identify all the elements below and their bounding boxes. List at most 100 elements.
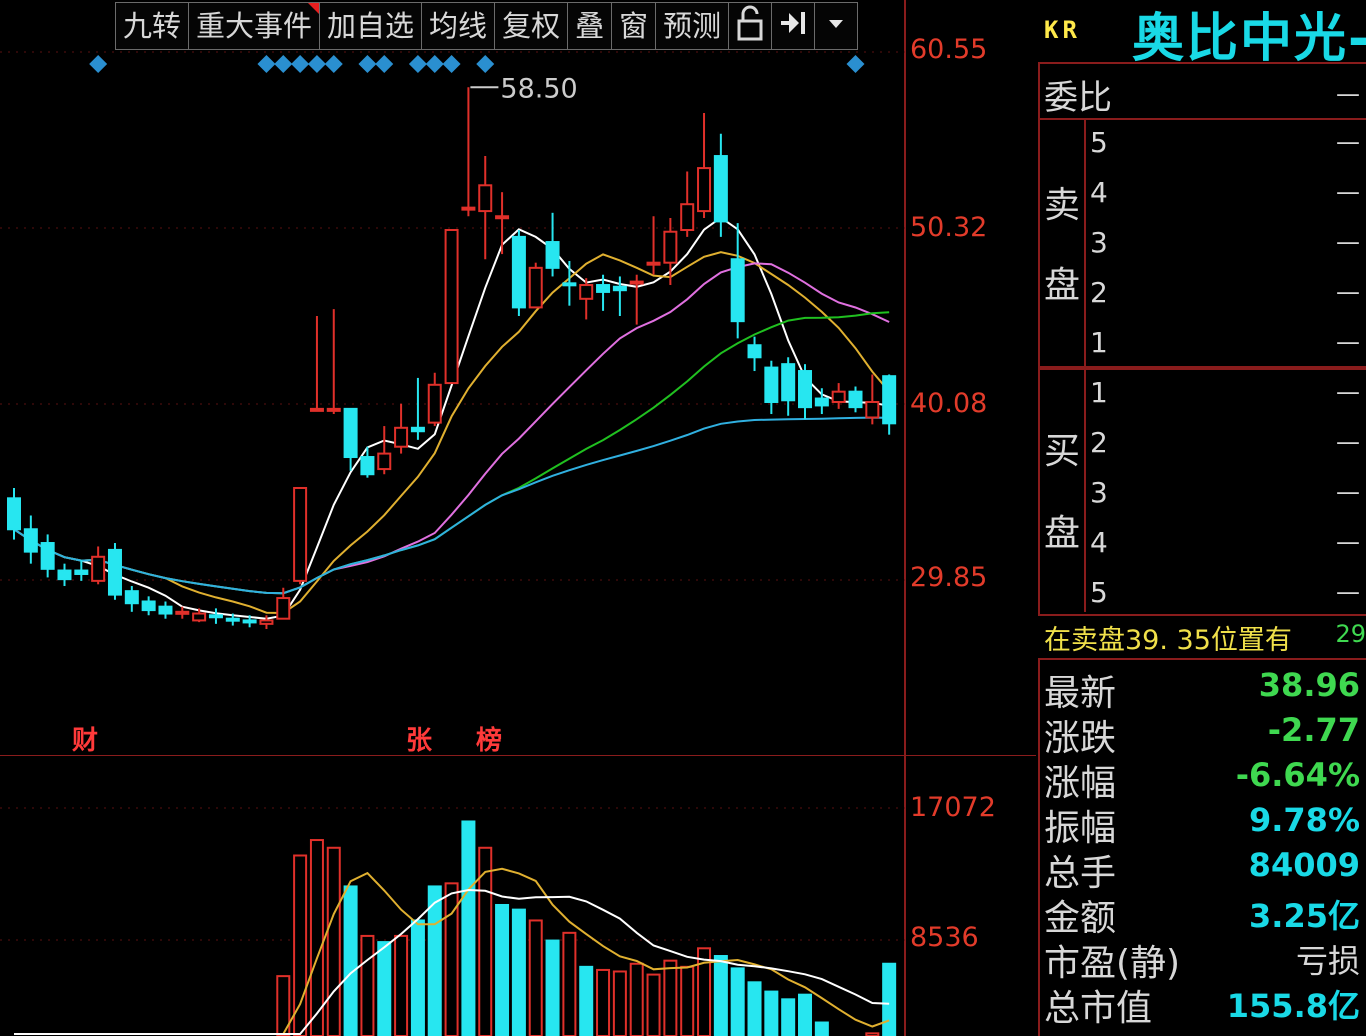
buy-level-price[interactable]: — xyxy=(1336,428,1360,456)
candle xyxy=(208,608,223,624)
stat-value: 38.96 xyxy=(1258,666,1360,704)
volume-bar xyxy=(427,885,442,1036)
price-chart[interactable]: 58.50 xyxy=(0,0,1036,756)
high-price-marker: 58.50 xyxy=(470,73,578,104)
event-diamond-icon[interactable] xyxy=(846,55,865,73)
candle xyxy=(427,372,442,427)
candle xyxy=(394,403,409,454)
volume-chart[interactable] xyxy=(0,756,1036,1036)
chevron-down-icon[interactable] xyxy=(814,2,859,50)
moving-average-button[interactable]: 均线 xyxy=(421,2,495,50)
volume-bar xyxy=(882,962,897,1036)
overlay-button[interactable]: 叠 xyxy=(567,2,612,50)
add-watchlist-button[interactable]: 加自选 xyxy=(319,2,422,50)
volume-bar xyxy=(713,955,728,1036)
volume-bar xyxy=(360,934,375,1036)
candle xyxy=(124,586,139,612)
sell-level-price[interactable]: — xyxy=(1336,228,1360,256)
candle xyxy=(40,534,55,578)
event-diamond-icon[interactable] xyxy=(408,55,427,73)
candle xyxy=(360,446,375,478)
volume-bar xyxy=(495,903,510,1036)
event-diamond-icon[interactable] xyxy=(476,55,495,73)
event-diamond-icon[interactable] xyxy=(442,55,461,73)
buy-level-price[interactable]: — xyxy=(1336,528,1360,556)
order-note-value: 29 xyxy=(1335,620,1366,648)
event-mark-finance[interactable]: 财 xyxy=(72,720,98,757)
sell-level-price[interactable]: — xyxy=(1336,328,1360,356)
candle xyxy=(158,601,173,619)
sell-level-number: 4 xyxy=(1090,176,1108,209)
event-diamond-icon[interactable] xyxy=(257,55,276,73)
volume-tick: 17072 xyxy=(910,792,996,823)
event-mark-ranking[interactable]: 榜 xyxy=(476,720,502,757)
lock-icon[interactable] xyxy=(728,2,772,50)
volume-bar xyxy=(629,962,644,1036)
volume-bar xyxy=(461,820,476,1036)
candle xyxy=(461,87,476,217)
candle xyxy=(798,364,813,420)
volume-bar xyxy=(562,931,577,1036)
rights-adjust-button[interactable]: 复权 xyxy=(494,2,568,50)
candle xyxy=(579,278,594,320)
candle xyxy=(882,374,897,435)
buy-level-number: 3 xyxy=(1090,476,1108,509)
event-diamond-icon[interactable] xyxy=(375,55,394,73)
candle xyxy=(781,357,796,416)
event-diamond-icon[interactable] xyxy=(307,55,326,73)
stat-value: 84009 xyxy=(1248,846,1360,884)
volume-bar xyxy=(612,970,627,1036)
candle xyxy=(444,229,459,385)
event-diamond-icon[interactable] xyxy=(291,55,310,73)
volume-bar xyxy=(747,981,762,1036)
candle xyxy=(865,374,880,425)
sell-level-price[interactable]: — xyxy=(1336,278,1360,306)
skip-to-end-icon[interactable] xyxy=(771,2,815,50)
event-diamond-icon[interactable] xyxy=(274,55,293,73)
sell-level-number: 1 xyxy=(1090,326,1108,359)
candle xyxy=(528,262,543,309)
sell-level-number: 3 xyxy=(1090,226,1108,259)
candle xyxy=(562,260,577,306)
price-tick: 60.55 xyxy=(910,34,988,65)
window-button[interactable]: 窗 xyxy=(611,2,656,50)
stat-value: 亏损 xyxy=(1295,942,1360,980)
event-diamond-icon[interactable] xyxy=(324,55,343,73)
sell-order-book xyxy=(1038,118,1366,368)
volume-bar xyxy=(343,885,358,1036)
event-diamond-icon[interactable] xyxy=(89,55,108,73)
stock-code: KR xyxy=(1044,16,1081,44)
volume-bar xyxy=(814,1021,829,1036)
buy-level-price[interactable]: — xyxy=(1336,578,1360,606)
volume-bar xyxy=(680,965,695,1036)
candle xyxy=(410,377,425,440)
candle xyxy=(511,230,526,316)
candle xyxy=(848,386,863,413)
volume-tick: 8536 xyxy=(910,922,979,953)
candle xyxy=(91,546,106,585)
forecast-button[interactable]: 预测 xyxy=(655,2,729,50)
candle xyxy=(545,212,560,277)
volume-bar xyxy=(511,908,526,1036)
sell-label-1: 卖 xyxy=(1043,185,1080,226)
buy-level-price[interactable]: — xyxy=(1336,378,1360,406)
candle xyxy=(74,560,89,581)
buy-order-book xyxy=(1038,368,1366,616)
buy-level-price[interactable]: — xyxy=(1336,478,1360,506)
candle xyxy=(478,156,493,260)
sell-level-price[interactable]: — xyxy=(1336,128,1360,156)
buy-label-2: 盘 xyxy=(1043,513,1080,554)
candle xyxy=(814,388,829,415)
event-diamond-icon[interactable] xyxy=(358,55,377,73)
candle xyxy=(764,360,779,415)
volume-bar xyxy=(730,967,745,1036)
major-events-button[interactable]: 重大事件 xyxy=(188,2,320,50)
candle xyxy=(293,486,308,585)
candle xyxy=(747,336,762,372)
candle xyxy=(495,192,510,255)
sell-level-price[interactable]: — xyxy=(1336,178,1360,206)
stat-value: 155.8亿 xyxy=(1226,987,1360,1025)
event-mark-limit-up[interactable]: 张 xyxy=(406,720,432,757)
nine-turn-button[interactable]: 九转 xyxy=(115,2,189,50)
event-diamond-icon[interactable] xyxy=(425,55,444,73)
